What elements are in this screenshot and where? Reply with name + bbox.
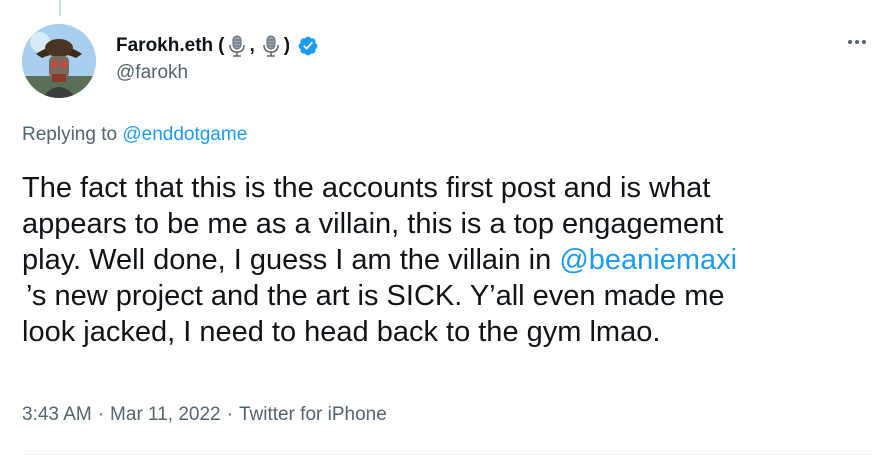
verified-badge-icon bbox=[297, 35, 319, 57]
beaniemaxi-mention-link[interactable]: @beaniemaxi bbox=[559, 244, 737, 276]
tweet-text-line: ’s new project and the art is SICK. Y’al… bbox=[26, 280, 725, 312]
avatar-image bbox=[22, 24, 96, 98]
paren-close: ) bbox=[283, 35, 291, 56]
tweet-text-line: The fact that this is the accounts first… bbox=[22, 172, 711, 204]
thread-connector-line bbox=[59, 0, 61, 16]
more-dot-icon bbox=[848, 40, 852, 44]
meta-separator: · bbox=[226, 404, 233, 425]
tweet-text-line: play. Well done, I guess I am the villai… bbox=[22, 242, 882, 278]
more-dot-icon bbox=[862, 40, 866, 44]
tweet-text-line: look jacked, I need to head back to the … bbox=[22, 316, 661, 348]
avatar[interactable] bbox=[22, 24, 96, 98]
microphone-emoji-icon bbox=[227, 35, 247, 57]
tweet-date-link[interactable]: Mar 11, 2022 bbox=[110, 404, 221, 425]
meta-separator: · bbox=[97, 404, 105, 425]
author-name-text: Farokh.eth bbox=[116, 35, 214, 56]
microphone-emoji-icon bbox=[261, 35, 281, 57]
more-options-button[interactable] bbox=[842, 30, 872, 54]
tweet-text-line: appears to be me as a villain, this is a… bbox=[22, 208, 724, 240]
more-dot-icon bbox=[855, 40, 859, 44]
paren-open: ( bbox=[218, 35, 225, 56]
author-handle[interactable]: @farokh bbox=[116, 62, 319, 84]
tweet-metadata: 3:43 AM · Mar 11, 2022 · Twitter for iPhone bbox=[22, 404, 387, 426]
tweet-time-link[interactable]: 3:43 AM bbox=[22, 404, 92, 425]
tweet-text-segment: play. Well done, I guess I am the villai… bbox=[22, 244, 560, 276]
tweet-source-link[interactable]: Twitter for iPhone bbox=[239, 404, 387, 425]
replying-to-mention-link[interactable]: @enddotgame bbox=[122, 124, 247, 145]
divider bbox=[22, 454, 874, 455]
replying-to-line: Replying to @enddotgame bbox=[22, 124, 247, 146]
separator-comma: , bbox=[249, 35, 255, 56]
tweet-header: Farokh.eth ( ,) @farokh bbox=[22, 24, 872, 100]
author-names: Farokh.eth ( ,) @farokh bbox=[116, 34, 319, 84]
tweet-text: The fact that this is the accounts first… bbox=[22, 170, 882, 350]
replying-to-label: Replying to bbox=[22, 124, 118, 145]
author-display-name[interactable]: Farokh.eth ( ,) bbox=[116, 34, 319, 58]
